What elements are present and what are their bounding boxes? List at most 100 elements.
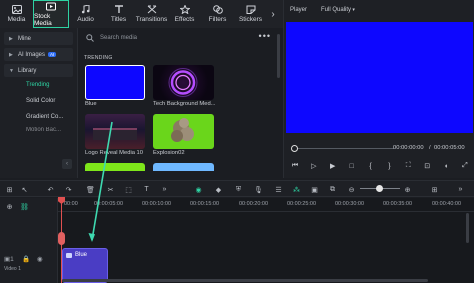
time-ruler[interactable]: 00:00 00:00:05:00 00:00:10:00 00:00:15:0… — [58, 198, 474, 212]
bracket-in-icon[interactable]: { — [366, 161, 376, 171]
tab-label: Titles — [110, 16, 127, 23]
crop-icon[interactable]: ⬚ — [124, 185, 133, 194]
redo-icon[interactable]: ↷ — [64, 185, 73, 194]
sidebar-item-gradient-color[interactable]: Gradient Co... — [0, 109, 77, 125]
seek-handle[interactable] — [291, 145, 298, 152]
sidebar-item-library[interactable]: ▼ Library — [4, 64, 73, 77]
tab-effects[interactable]: Effects — [168, 0, 201, 28]
seek-bar[interactable] — [294, 148, 394, 149]
sidebar-item-label: AI Images — [18, 51, 46, 58]
timeline-more-icon[interactable]: » — [456, 185, 465, 194]
mic-icon[interactable]: 🎙 — [254, 185, 263, 194]
timeline-scrollbar[interactable] — [62, 279, 428, 282]
timeline-vertical-scrollbar[interactable] — [466, 213, 469, 243]
tab-label: Stickers — [238, 16, 263, 23]
list-icon[interactable]: ☰ — [274, 185, 283, 194]
tab-label: Filters — [208, 16, 227, 23]
chevron-right-icon: ▶ — [9, 51, 13, 58]
zoom-handle[interactable] — [376, 185, 383, 192]
media-thumb-partial[interactable] — [85, 163, 145, 171]
media-thumb-explosion[interactable] — [153, 114, 214, 149]
shield-icon[interactable]: ⛨ — [234, 185, 243, 194]
toolbar-more-button[interactable]: › — [267, 0, 279, 28]
media-toolbar: Media Stock Media Audio Titles Transitio… — [0, 0, 283, 28]
image-icon — [66, 252, 72, 258]
search-input[interactable]: Search media — [84, 31, 270, 45]
lock-icon[interactable]: 🔒 — [22, 255, 30, 263]
sidebar-item-label: Solid Color — [26, 98, 56, 104]
expand-icon[interactable]: ⤢ — [460, 161, 470, 171]
stop-icon[interactable]: □ — [347, 161, 357, 171]
marker-icon[interactable]: ◆ — [214, 185, 223, 194]
ai-tool-icon[interactable]: ⁂ — [292, 185, 301, 194]
grid-icon[interactable]: ⊞ — [430, 185, 439, 194]
tab-stickers[interactable]: Stickers — [234, 0, 267, 28]
logo-reveal-graphic — [93, 128, 137, 140]
ruler-label: 00:00:40:00 — [432, 201, 462, 207]
media-scrollbar[interactable] — [277, 34, 280, 78]
media-thumb-label: Logo Reveal Media 10 — [85, 150, 144, 156]
preview-screen — [286, 22, 473, 133]
delete-icon[interactable]: 🗑 — [86, 185, 95, 194]
select-tool-icon[interactable]: ↖ — [20, 185, 29, 194]
media-library-panel: Search media ••• TRENDING Blue Tech Back… — [79, 28, 283, 178]
tab-stock-media[interactable]: Stock Media — [33, 0, 69, 28]
track-label: Video 1 — [4, 266, 21, 272]
layout-icon[interactable]: ⊞ — [5, 185, 14, 194]
play-alt-icon[interactable]: ▶ — [328, 161, 338, 171]
collapse-sidebar-button[interactable]: ‹ — [62, 159, 72, 169]
text-icon[interactable]: T — [142, 185, 151, 194]
tab-transitions[interactable]: Transitions — [135, 0, 168, 28]
ruler-label: 00:00 — [64, 201, 78, 207]
media-thumb-logo-reveal[interactable] — [85, 114, 145, 149]
tab-label: Audio — [77, 16, 94, 23]
media-thumb-blue[interactable] — [85, 65, 145, 100]
ruler-label: 00:00:05:00 — [94, 201, 124, 207]
tab-label: Media — [7, 16, 26, 23]
add-track-icon[interactable]: ⊕ — [5, 202, 14, 211]
step-back-icon[interactable]: ⏮ — [290, 161, 300, 171]
zoom-out-icon[interactable]: ⊖ — [347, 185, 356, 194]
tab-filters[interactable]: Filters — [201, 0, 234, 28]
link-icon[interactable]: ⛓ — [20, 202, 29, 211]
undo-icon[interactable]: ↶ — [46, 185, 55, 194]
image-icon[interactable]: ▣ — [310, 185, 319, 194]
tab-titles[interactable]: Titles — [102, 0, 135, 28]
bracket-out-icon[interactable]: } — [384, 161, 394, 171]
stock-media-icon — [46, 2, 56, 11]
zoom-in-icon[interactable]: ⊕ — [403, 185, 412, 194]
snapshot-icon[interactable]: ⊡ — [422, 161, 432, 171]
sidebar-item-mine[interactable]: ▶ Mine — [4, 32, 73, 45]
effects-icon — [179, 5, 190, 14]
player-header: Player Full Quality — [284, 0, 474, 20]
playback-controls: ⏮ ▷ ▶ □ { } ⛶ ⊡ ◖ ⤢ — [290, 160, 470, 172]
explosion-graphic — [171, 118, 194, 142]
timeline-clip-blue[interactable]: Blue — [62, 248, 108, 283]
tab-audio[interactable]: Audio — [69, 0, 102, 28]
sidebar-item-ai-images[interactable]: ▶ AI Images AI — [4, 48, 73, 61]
sidebar-item-label: Library — [18, 67, 37, 74]
more-tools-icon[interactable]: » — [160, 185, 169, 194]
tab-media[interactable]: Media — [0, 0, 33, 28]
sidebar-item-solid-color[interactable]: Solid Color — [0, 93, 77, 109]
clip-title: Blue — [75, 252, 88, 258]
playhead-marker — [58, 232, 65, 245]
media-thumb-tech-background[interactable] — [153, 65, 214, 100]
pip-icon[interactable]: ⧉ — [328, 185, 337, 194]
fullscreen-icon[interactable]: ⛶ — [403, 161, 413, 171]
play-icon[interactable]: ▷ — [309, 161, 319, 171]
ruler-label: 00:00:35:00 — [383, 201, 413, 207]
sidebar-item-label: Trending — [26, 82, 50, 88]
cut-icon[interactable]: ✂ — [106, 185, 115, 194]
quality-dropdown[interactable]: Full Quality — [321, 7, 355, 13]
render-icon[interactable]: ◉ — [194, 185, 203, 194]
ruler-label: 00:00:10:00 — [142, 201, 172, 207]
media-thumb-partial[interactable] — [153, 163, 214, 171]
chevron-right-icon: › — [271, 8, 275, 20]
sidebar-item-motion-background[interactable]: Motion Bac... — [0, 125, 77, 135]
more-options-button[interactable]: ••• — [259, 31, 271, 41]
volume-icon[interactable]: ◖ — [441, 161, 451, 171]
eye-icon[interactable]: ◉ — [37, 255, 43, 263]
sidebar-item-trending[interactable]: Trending — [0, 77, 77, 93]
chevron-left-icon: ‹ — [66, 161, 68, 167]
